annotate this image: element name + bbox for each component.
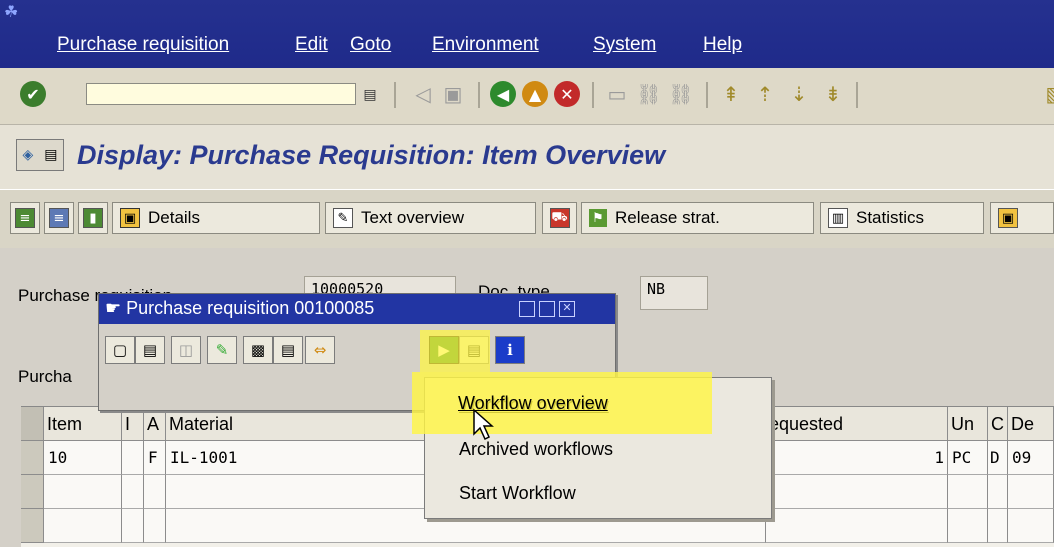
popup-title-bar[interactable]: ☛ Purchase requisition 00100085 ✕	[99, 294, 615, 324]
table-cell-c[interactable]: D	[988, 441, 1008, 475]
row-selector[interactable]	[21, 441, 44, 475]
command-history-icon[interactable]: ▤	[360, 84, 380, 104]
menu-item-archived-workflows[interactable]: Archived workflows	[459, 439, 613, 460]
statistics-button[interactable]: ▥ Statistics	[820, 202, 984, 234]
table-cell-unit[interactable]: PC	[948, 441, 988, 475]
row-selector[interactable]	[21, 475, 44, 509]
application-toolbar: ≡ ≡ ▮ ▣ Details ✎ Text overview ⛟ ⚑ Rele…	[0, 189, 1054, 249]
table-cell-quantity[interactable]: 1	[766, 441, 948, 475]
minimize-icon[interactable]	[519, 301, 535, 317]
pencil-icon: ✎	[333, 208, 353, 228]
flag-icon: ⚑	[589, 209, 607, 227]
menu-edit[interactable]: Edit	[295, 34, 328, 56]
first-page-icon[interactable]: ⇞	[718, 80, 744, 108]
statistics-icon: ▥	[828, 208, 848, 228]
column-header-quantity[interactable]: equested	[766, 407, 948, 441]
table-cell-item[interactable]	[44, 509, 122, 543]
table-cell-a[interactable]	[144, 509, 166, 543]
relationships-icon[interactable]: ⇔	[305, 336, 335, 364]
column-header-i[interactable]: I	[122, 407, 144, 441]
more-icon: ▣	[998, 208, 1018, 228]
table-cell-quantity[interactable]	[766, 475, 948, 509]
column-header-a[interactable]: A	[144, 407, 166, 441]
column-header-c[interactable]: C	[988, 407, 1008, 441]
table-cell-de[interactable]: 09	[1008, 441, 1054, 475]
table-cell-i[interactable]	[122, 509, 144, 543]
attachment-list-icon[interactable]: ◫	[171, 336, 201, 364]
table-cell-quantity[interactable]	[766, 509, 948, 543]
new-session-icon[interactable]: ▧	[1042, 80, 1054, 108]
table-cell-item[interactable]: 10	[44, 441, 122, 475]
find-icon[interactable]: ⛓	[636, 80, 662, 108]
menu-item-start-workflow[interactable]: Start Workflow	[459, 483, 576, 504]
services-for-object-icon[interactable]: ◈ ▤	[16, 139, 64, 171]
table-cell-de[interactable]	[1008, 475, 1054, 509]
table-cell-de[interactable]	[1008, 509, 1054, 543]
truck-icon: ⛟	[549, 208, 570, 228]
more-button[interactable]: ▣	[990, 202, 1054, 234]
menu-environment[interactable]: Environment	[432, 34, 539, 56]
help-info-icon[interactable]: ℹ	[495, 336, 525, 364]
save-icon[interactable]: ▣	[440, 80, 466, 108]
column-header-unit[interactable]: Un	[948, 407, 988, 441]
next-page-icon[interactable]: ⇣	[786, 80, 812, 108]
find-next-icon[interactable]: ⛓	[668, 80, 694, 108]
doc-type-field[interactable]: NB	[640, 276, 708, 310]
menu-goto[interactable]: Goto	[350, 34, 391, 56]
personal-note-icon[interactable]: ✎	[207, 336, 237, 364]
purchasing-label: Purcha	[18, 367, 72, 386]
details-button[interactable]: ▣ Details	[112, 202, 320, 234]
item-screen-button[interactable]: ≡	[44, 202, 74, 234]
menu-bar: ☘ Purchase requisition Edit Goto Environ…	[0, 0, 1054, 68]
close-icon[interactable]: ✕	[559, 301, 575, 317]
menu-system[interactable]: System	[593, 34, 656, 56]
table-cell-unit[interactable]	[948, 475, 988, 509]
vendor-button[interactable]: ⛟	[542, 202, 577, 234]
table-cell-i[interactable]	[122, 475, 144, 509]
previous-page-icon[interactable]: ⇡	[752, 80, 778, 108]
overview-screen-button[interactable]: ≡	[10, 202, 40, 234]
create-dropdown-icon[interactable]: ▤	[135, 336, 165, 364]
details-icon: ▣	[120, 208, 140, 228]
row-selector[interactable]	[21, 509, 44, 543]
print-icon[interactable]: ▭	[604, 80, 630, 108]
maximize-icon[interactable]	[539, 301, 555, 317]
table-cell-c[interactable]	[988, 475, 1008, 509]
mouse-cursor-icon	[473, 408, 494, 441]
last-page-icon[interactable]: ⇟	[820, 80, 846, 108]
title-bar: ◈ ▤ Display: Purchase Requisition: Item O…	[0, 125, 1054, 189]
select-all-cell[interactable]	[21, 407, 44, 441]
cancel-icon[interactable]: ✕	[554, 81, 580, 107]
enter-check-icon[interactable]: ✔	[20, 81, 46, 107]
create-attachment-icon[interactable]: ▢	[105, 336, 135, 364]
menu-purchase-requisition[interactable]: Purchase requisition	[57, 34, 229, 56]
column-header-de[interactable]: De	[1008, 407, 1054, 441]
table-cell-item[interactable]	[44, 475, 122, 509]
table-cell-a[interactable]	[144, 475, 166, 509]
text-overview-button[interactable]: ✎ Text overview	[325, 202, 536, 234]
back-arrow-icon[interactable]: ◁	[410, 80, 436, 108]
release-strategy-button[interactable]: ⚑ Release strat.	[581, 202, 814, 234]
back-icon[interactable]: ◀	[490, 81, 516, 107]
workflow-button-highlight	[420, 330, 490, 372]
send-dropdown-icon[interactable]: ▤	[273, 336, 303, 364]
system-menu-icon[interactable]: ☘	[4, 2, 18, 22]
table-cell-unit[interactable]	[948, 509, 988, 543]
header-screen-button[interactable]: ▮	[78, 202, 108, 234]
command-field[interactable]	[86, 83, 356, 105]
send-object-icon[interactable]: ▩	[243, 336, 273, 364]
column-header-item[interactable]: Item	[44, 407, 122, 441]
table-cell-i[interactable]	[122, 441, 144, 475]
popup-title: ☛ Purchase requisition 00100085	[105, 298, 375, 318]
page-title: Display: Purchase Requisition: Item Over…	[77, 140, 666, 170]
standard-toolbar: ✔ ▤ ◁ ▣ ◀ ▲ ✕ ▭ ⛓ ⛓ ⇞ ⇡ ⇣ ⇟ ▧	[0, 68, 1054, 125]
table-cell-a[interactable]: F	[144, 441, 166, 475]
menu-help[interactable]: Help	[703, 34, 742, 56]
table-cell-c[interactable]	[988, 509, 1008, 543]
exit-icon[interactable]: ▲	[522, 81, 548, 107]
